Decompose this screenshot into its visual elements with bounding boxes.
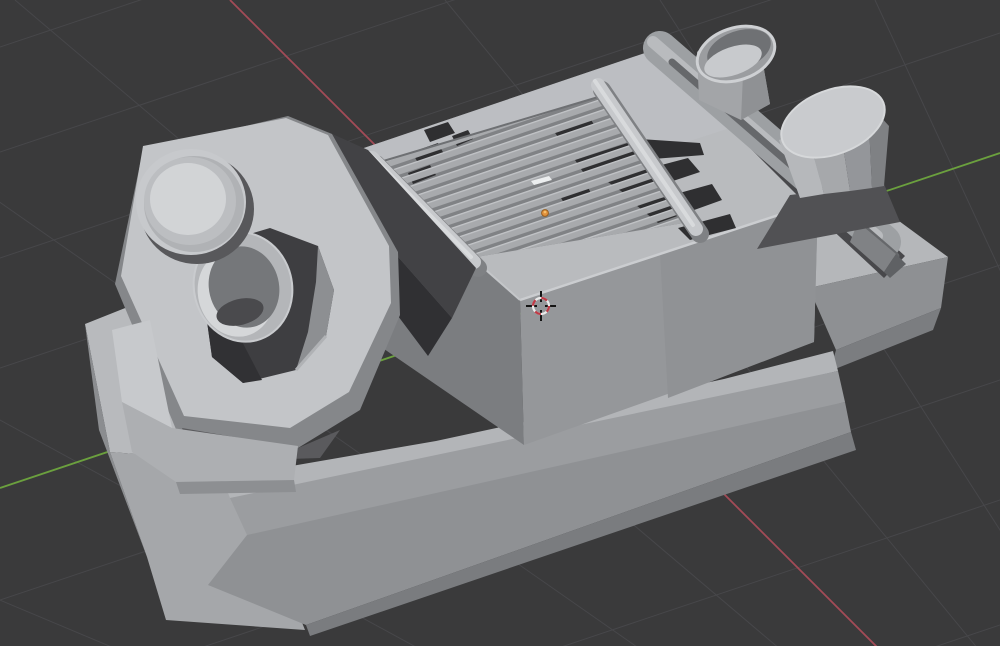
viewport-canvas[interactable] bbox=[0, 0, 1000, 646]
viewport bbox=[0, 0, 1000, 646]
origin-dot bbox=[541, 209, 549, 217]
